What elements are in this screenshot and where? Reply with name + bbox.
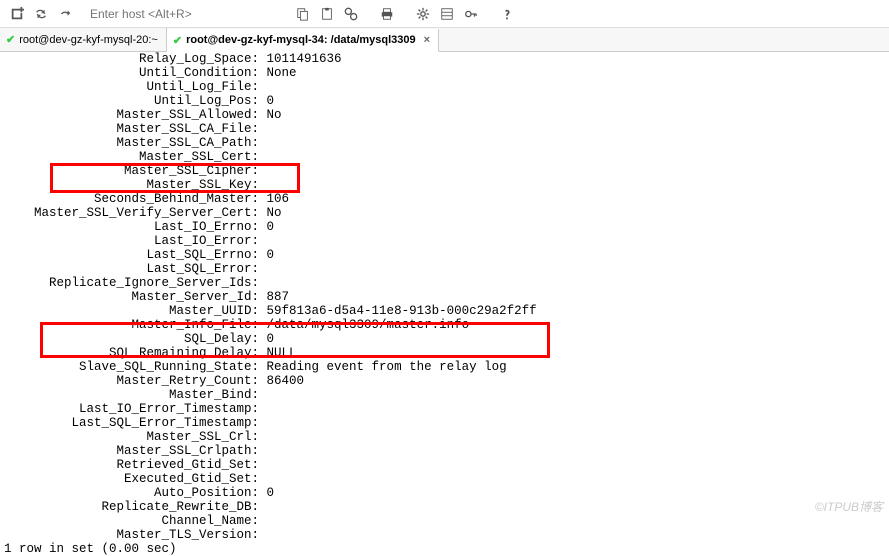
paste-icon[interactable] [316,3,338,25]
session-tab-bar: ✔ root@dev-gz-kyf-mysql-20:~ ✔ root@dev-… [0,28,889,52]
watermark-text: ©ITPUB博客 [815,498,883,515]
status-line: Master_SSL_Cert: [4,150,889,164]
copy-icon[interactable] [292,3,314,25]
status-line: Last_IO_Error: [4,234,889,248]
status-line: Master_Retry_Count: 86400 [4,374,889,388]
result-footer: 1 row in set (0.00 sec) [4,542,889,556]
status-line: Until_Log_File: [4,80,889,94]
status-line: Master_Info_File: /data/mysql3309/master… [4,318,889,332]
status-line: Master_SSL_Crlpath: [4,444,889,458]
status-line: Master_SSL_Crl: [4,430,889,444]
close-tab-icon[interactable]: × [424,34,430,46]
disconnect-icon[interactable] [54,3,76,25]
reconnect-icon[interactable] [30,3,52,25]
status-line: Last_SQL_Errno: 0 [4,248,889,262]
status-line: Master_TLS_Version: [4,528,889,542]
status-line: Relay_Log_Space: 1011491636 [4,52,889,66]
status-line: Executed_Gtid_Set: [4,472,889,486]
settings-icon[interactable] [412,3,434,25]
find-icon[interactable] [340,3,362,25]
key-icon[interactable] [460,3,482,25]
status-line: Master_SSL_Cipher: [4,164,889,178]
status-line: Slave_SQL_Running_State: Reading event f… [4,360,889,374]
status-line: Last_IO_Errno: 0 [4,220,889,234]
tab-label: root@dev-gz-kyf-mysql-20:~ [19,34,158,46]
status-line: Last_IO_Error_Timestamp: [4,402,889,416]
terminal-output[interactable]: Relay_Log_Space: 1011491636 Until_Condit… [0,52,889,556]
host-input[interactable] [90,4,230,24]
status-line: Retrieved_Gtid_Set: [4,458,889,472]
status-line: Replicate_Rewrite_DB: [4,500,889,514]
status-line: SQL_Remaining_Delay: NULL [4,346,889,360]
status-line: SQL_Delay: 0 [4,332,889,346]
status-line: Master_SSL_CA_Path: [4,136,889,150]
help-icon[interactable] [496,3,518,25]
properties-icon[interactable] [436,3,458,25]
status-line: Master_SSL_Verify_Server_Cert: No [4,206,889,220]
main-toolbar [0,0,889,28]
connected-check-icon: ✔ [173,34,182,47]
status-line: Until_Condition: None [4,66,889,80]
status-line: Replicate_Ignore_Server_Ids: [4,276,889,290]
status-line: Last_SQL_Error_Timestamp: [4,416,889,430]
tab-label: root@dev-gz-kyf-mysql-34: /data/mysql330… [186,34,416,46]
status-line: Master_Bind: [4,388,889,402]
status-line: Master_SSL_CA_File: [4,122,889,136]
status-line: Seconds_Behind_Master: 106 [4,192,889,206]
new-session-icon[interactable] [6,3,28,25]
session-tab-1[interactable]: ✔ root@dev-gz-kyf-mysql-20:~ [0,28,167,51]
status-line: Channel_Name: [4,514,889,528]
session-tab-2[interactable]: ✔ root@dev-gz-kyf-mysql-34: /data/mysql3… [167,29,439,52]
status-line: Master_UUID: 59f813a6-d5a4-11e8-913b-000… [4,304,889,318]
print-icon[interactable] [376,3,398,25]
status-line: Auto_Position: 0 [4,486,889,500]
status-line: Master_SSL_Allowed: No [4,108,889,122]
connected-check-icon: ✔ [6,33,15,46]
status-line: Master_Server_Id: 887 [4,290,889,304]
status-line: Until_Log_Pos: 0 [4,94,889,108]
status-line: Last_SQL_Error: [4,262,889,276]
status-line: Master_SSL_Key: [4,178,889,192]
